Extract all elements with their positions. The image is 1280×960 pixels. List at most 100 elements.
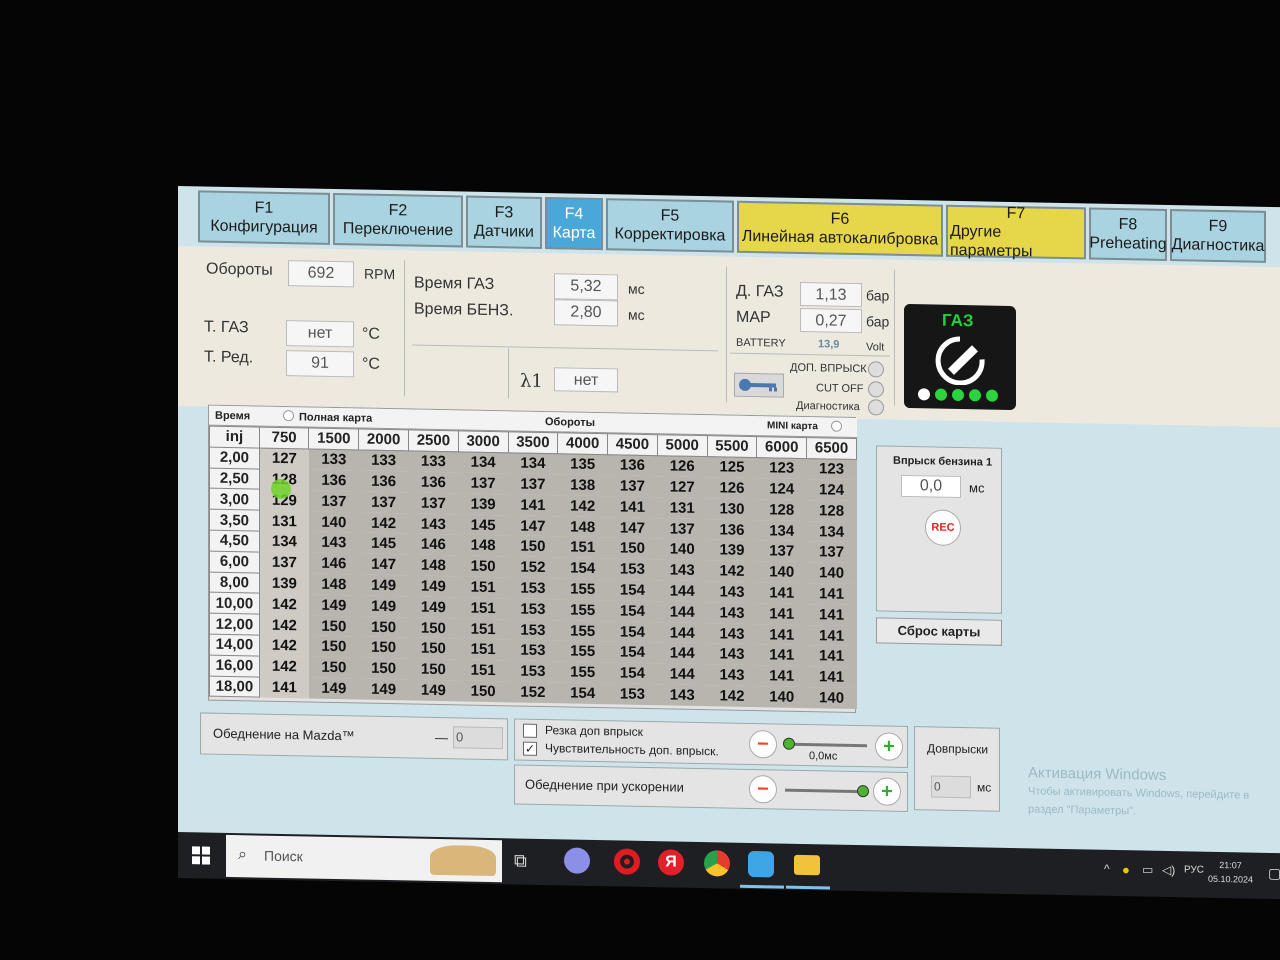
map-cell[interactable]: 130	[707, 498, 757, 520]
map-cell[interactable]: 146	[408, 533, 459, 556]
map-cell[interactable]: 137	[358, 491, 409, 514]
map-cell[interactable]: 141	[756, 644, 807, 667]
map-cell[interactable]: 150	[408, 617, 459, 639]
windows-start-icon[interactable]	[192, 846, 210, 865]
map-cell[interactable]: 143	[408, 513, 459, 535]
map-cell[interactable]: 149	[308, 677, 359, 700]
map-cell[interactable]: 150	[508, 535, 558, 558]
tab-f2[interactable]: F2 Переключение	[333, 192, 463, 248]
tray-app-icon[interactable]: ●	[1122, 862, 1130, 877]
map-cell[interactable]: 141	[756, 582, 807, 604]
map-cell[interactable]: 142	[259, 593, 309, 616]
map-cell[interactable]: 131	[259, 510, 309, 532]
map-cell[interactable]: 141	[508, 494, 558, 516]
map-cell[interactable]: 140	[806, 562, 857, 585]
tab-f5[interactable]: F5 Корректировка	[606, 198, 734, 253]
map-cell[interactable]: 155	[557, 619, 608, 642]
map-cell[interactable]: 127	[259, 447, 309, 470]
map-cell[interactable]: 137	[508, 473, 558, 496]
map-cell[interactable]: 142	[259, 635, 309, 657]
taskbar-search-box[interactable]: ⌕ Поиск	[226, 834, 502, 883]
map-cell[interactable]: 145	[458, 514, 509, 536]
map-cell[interactable]: 140	[756, 686, 807, 708]
map-cell[interactable]: 139	[259, 572, 309, 595]
map-cell[interactable]: 143	[707, 643, 757, 666]
map-cell[interactable]: 153	[607, 558, 658, 581]
map-cell[interactable]: 139	[707, 539, 757, 562]
map-cell[interactable]: 153	[508, 639, 558, 662]
map-cell[interactable]: 149	[408, 575, 459, 598]
tab-f4[interactable]: F4 Карта	[545, 197, 603, 251]
map-cell[interactable]: 128	[756, 499, 807, 521]
map-cell[interactable]: 146	[308, 552, 359, 575]
map-cell[interactable]: 150	[358, 636, 409, 659]
map-cell[interactable]: 134	[458, 451, 509, 474]
map-cell[interactable]: 136	[408, 471, 459, 494]
map-cell[interactable]: 141	[806, 583, 857, 605]
rec-button[interactable]: REC	[925, 509, 961, 547]
accel-lean-minus-button[interactable]: −	[749, 774, 777, 804]
sensitivity-slider[interactable]	[785, 742, 867, 748]
map-cell[interactable]: 155	[557, 578, 608, 601]
map-cell[interactable]: 141	[806, 603, 857, 626]
sensitivity-plus-button[interactable]: +	[875, 732, 903, 761]
map-cell[interactable]: 125	[707, 456, 757, 479]
language-indicator[interactable]: РУС	[1184, 864, 1204, 875]
map-cell[interactable]: 149	[308, 594, 359, 617]
map-cell[interactable]: 149	[358, 595, 409, 618]
map-cell[interactable]: 140	[657, 538, 708, 561]
map-cell[interactable]: 142	[707, 560, 757, 583]
map-cell[interactable]: 127	[657, 476, 708, 499]
accel-lean-slider-handle[interactable]	[857, 785, 869, 798]
gas-mode-button[interactable]: ГАЗ	[904, 303, 1016, 411]
yandex-browser-icon[interactable]: Я	[658, 849, 684, 876]
map-cell[interactable]: 136	[308, 469, 359, 492]
map-cell[interactable]: 134	[806, 520, 857, 543]
cut-extra-checkbox[interactable]	[523, 723, 537, 738]
map-cell[interactable]: 153	[508, 598, 558, 620]
volume-icon[interactable]: ◁)	[1162, 863, 1175, 877]
map-cell[interactable]: 147	[607, 516, 658, 539]
map-cell[interactable]: 155	[557, 661, 608, 684]
tab-f7[interactable]: F7 Другие параметры	[946, 204, 1086, 260]
map-cell[interactable]: 143	[707, 622, 757, 645]
full-map-radio[interactable]	[283, 410, 294, 422]
map-cell[interactable]: 137	[408, 492, 459, 515]
map-cell[interactable]: 150	[308, 615, 359, 637]
map-cell[interactable]: 143	[657, 559, 708, 582]
map-cell[interactable]: 148	[308, 573, 359, 596]
map-cell[interactable]: 137	[756, 540, 807, 563]
map-cell[interactable]: 141	[607, 496, 658, 518]
map-cell[interactable]: 141	[259, 676, 309, 699]
map-cell[interactable]: 140	[308, 511, 359, 533]
map-cell[interactable]: 148	[557, 515, 608, 538]
map-cell[interactable]: 151	[458, 576, 509, 599]
map-cell[interactable]: 151	[458, 638, 509, 661]
reset-map-button[interactable]: Сброс карты	[876, 617, 1002, 646]
map-cell[interactable]: 140	[756, 561, 807, 584]
assistant-icon[interactable]	[564, 847, 590, 874]
notifications-icon[interactable]: ▢	[1268, 865, 1280, 882]
map-cell[interactable]: 153	[508, 619, 558, 641]
map-cell[interactable]: 126	[657, 455, 708, 478]
map-cell[interactable]: 134	[508, 452, 558, 475]
map-cell[interactable]: 140	[806, 687, 857, 709]
map-cell[interactable]: 154	[607, 579, 658, 602]
map-cell[interactable]: 154	[557, 682, 608, 705]
network-icon[interactable]: ▭	[1142, 863, 1153, 877]
map-cell[interactable]: 144	[657, 663, 708, 686]
map-cell[interactable]: 143	[707, 581, 757, 603]
accel-lean-slider[interactable]	[785, 788, 867, 794]
map-cell[interactable]: 137	[308, 490, 359, 513]
map-cell[interactable]: 150	[607, 537, 658, 560]
map-cell[interactable]: 134	[259, 531, 309, 553]
map-cell[interactable]: 136	[707, 518, 757, 541]
map-cell[interactable]: 126	[707, 477, 757, 500]
map-cell[interactable]: 150	[458, 680, 509, 703]
map-cell[interactable]: 151	[458, 618, 509, 640]
map-cell[interactable]: 154	[607, 620, 658, 643]
map-cell[interactable]: 139	[458, 493, 509, 516]
petrol-injection-value[interactable]: 0,0	[901, 474, 961, 499]
sensitivity-checkbox[interactable]: ✓	[523, 741, 537, 756]
map-cell[interactable]: 124	[806, 479, 857, 501]
